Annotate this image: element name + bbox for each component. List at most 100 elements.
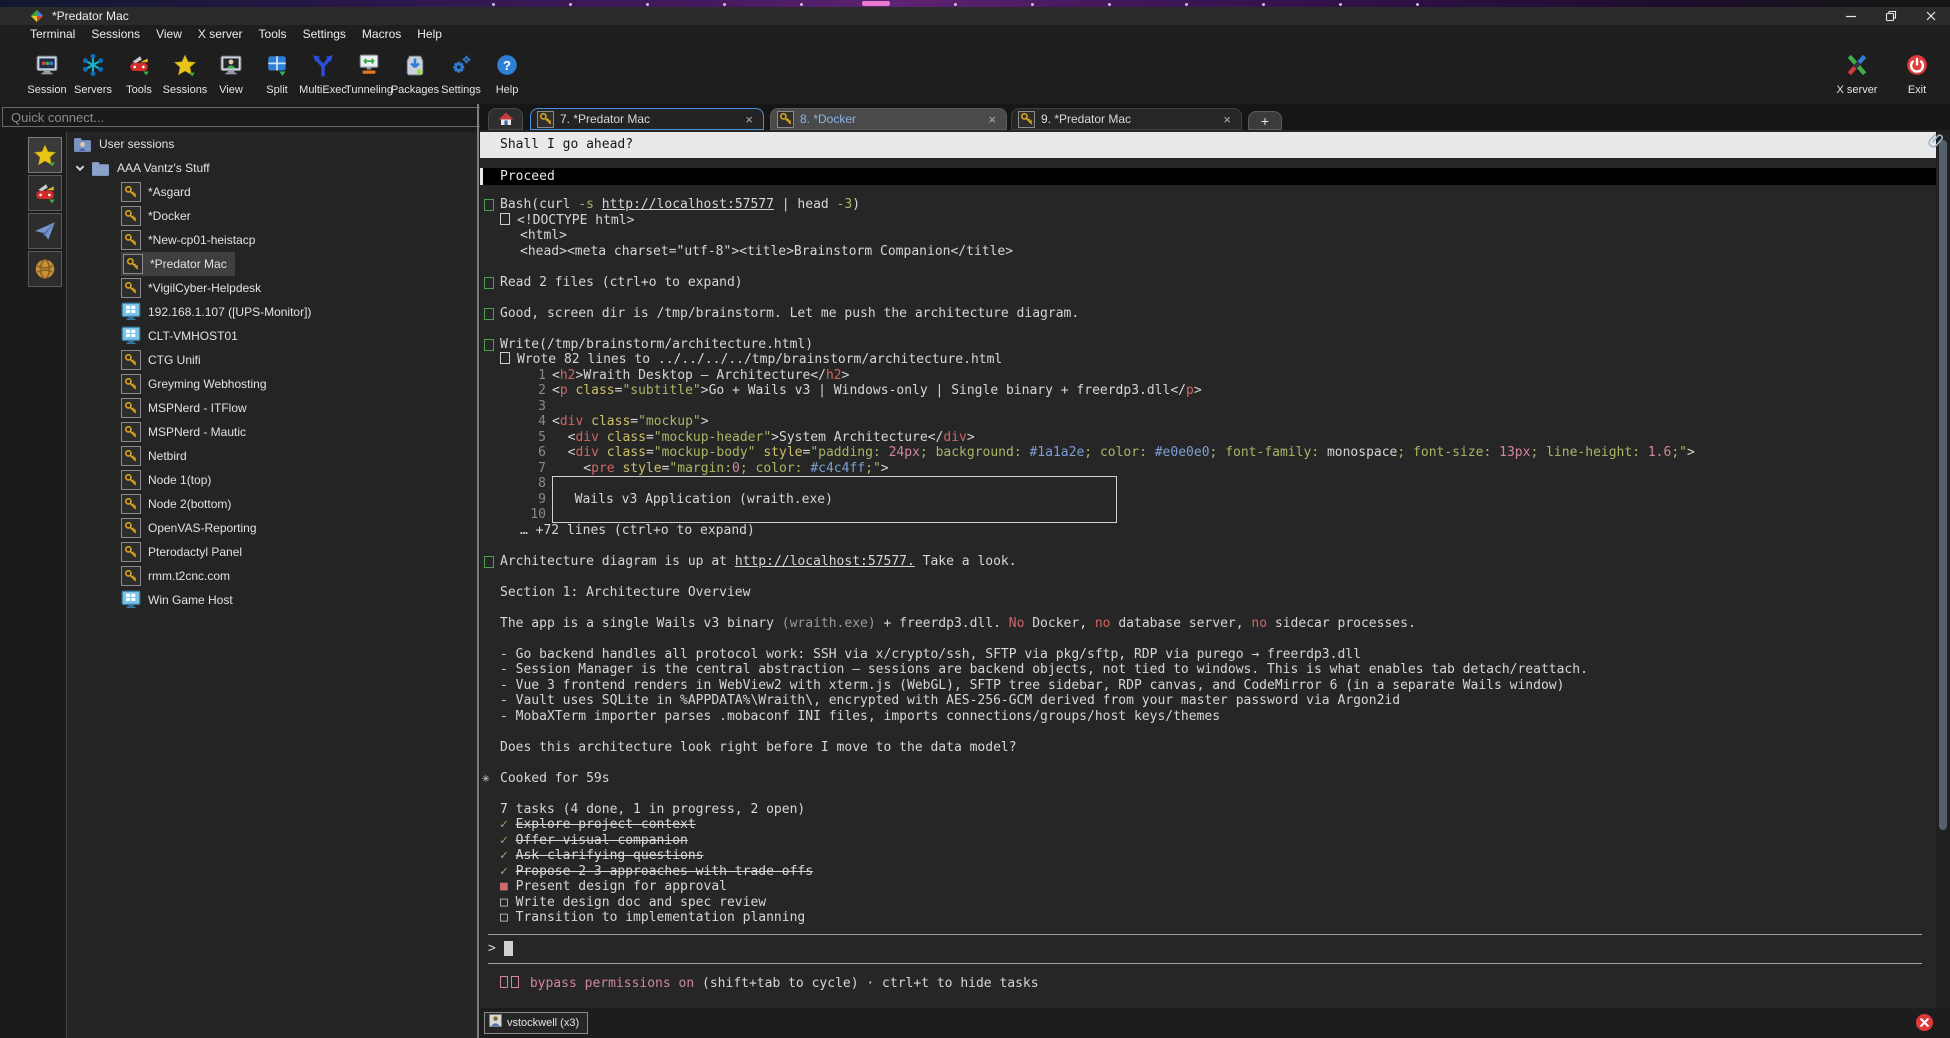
close-notification-button[interactable]	[1915, 1013, 1934, 1032]
session-item-pterodactyl-panel[interactable]: Pterodactyl Panel	[67, 540, 477, 564]
toolbar-button-x-server[interactable]: X server	[1834, 44, 1880, 102]
terminal-output: Shall I go ahead?ProceedBash(curl -s htt…	[480, 130, 1936, 991]
session-item-ctg-unifi[interactable]: CTG Unifi	[67, 348, 477, 372]
toolbar-button-tunneling[interactable]: Tunneling	[346, 44, 392, 102]
menu-terminal[interactable]: Terminal	[30, 27, 75, 41]
menu-sessions[interactable]: Sessions	[91, 27, 140, 41]
session-entry[interactable]: Node 1(top)	[121, 470, 211, 490]
toolbar-button-multiexec[interactable]: MultiExec	[300, 44, 346, 102]
session-item--docker[interactable]: *Docker	[67, 204, 477, 228]
toolbar-button-tools[interactable]: Tools	[116, 44, 162, 102]
toolbar-button-view[interactable]: View	[208, 44, 254, 102]
proceed-option-selected[interactable]: Proceed	[480, 168, 1936, 185]
selected-session[interactable]: *Predator Mac	[121, 252, 235, 276]
terminal-tab-9-predator-mac[interactable]: 9. *Predator Mac×	[1011, 108, 1242, 130]
toolbar-button-split[interactable]: Split	[254, 44, 300, 102]
menu-view[interactable]: View	[156, 27, 182, 41]
tab-close-icon[interactable]: ×	[745, 112, 753, 127]
menu-macros[interactable]: Macros	[362, 27, 401, 41]
restore-button[interactable]	[1884, 9, 1898, 23]
toolbar-button-help[interactable]: ?Help	[484, 44, 530, 102]
view-monitor-icon	[219, 53, 243, 77]
terminal-tab-7-predator-mac[interactable]: 7. *Predator Mac×	[530, 108, 764, 130]
tab-close-icon[interactable]: ×	[988, 112, 996, 127]
panel-splitter[interactable]	[477, 104, 479, 1038]
toolbar-button-sessions[interactable]: Sessions	[162, 44, 208, 102]
toolbar-button-session[interactable]: Session	[24, 44, 70, 102]
session-entry[interactable]: 192.168.1.107 ([UPS-Monitor])	[121, 302, 311, 322]
rail-remote-globe[interactable]	[28, 251, 62, 287]
session-entry[interactable]: Win Game Host	[121, 590, 233, 610]
session-item--vigilcyber-helpdesk[interactable]: *VigilCyber-Helpdesk	[67, 276, 477, 300]
session-item--new-cp01-heistacp[interactable]: *New-cp01-heistacp	[67, 228, 477, 252]
session-entry[interactable]: CLT-VMHOST01	[121, 326, 238, 346]
rail-tools-knife[interactable]	[28, 175, 62, 211]
tree-folder-aaa-vantzs-stuff[interactable]: AAA Vantz's Stuff	[67, 156, 477, 180]
session-item-greyming-webhosting[interactable]: Greyming Webhosting	[67, 372, 477, 396]
session-entry[interactable]: Greyming Webhosting	[121, 374, 267, 394]
toolbar-button-packages[interactable]: Packages	[392, 44, 438, 102]
session-item-rmm-t2cnc-com[interactable]: rmm.t2cnc.com	[67, 564, 477, 588]
tree-expand-chevron[interactable]	[74, 162, 87, 174]
terminal-tab-8-docker[interactable]: 8. *Docker×	[770, 108, 1007, 130]
session-entry[interactable]: CTG Unifi	[121, 350, 201, 370]
terminal-text: p	[1186, 383, 1194, 398]
session-entry[interactable]: Node 2(bottom)	[121, 494, 231, 514]
menu-settings[interactable]: Settings	[303, 27, 346, 41]
terminal-scrollbar[interactable]	[1936, 130, 1950, 1008]
session-item-openvas-reporting[interactable]: OpenVAS-Reporting	[67, 516, 477, 540]
session-item-mspnerd-mautic[interactable]: MSPNerd - Mautic	[67, 420, 477, 444]
session-item-mspnerd-itflow[interactable]: MSPNerd - ITFlow	[67, 396, 477, 420]
ssh-key-icon	[121, 350, 141, 370]
session-item--asgard[interactable]: *Asgard	[67, 180, 477, 204]
menu-tools[interactable]: Tools	[259, 27, 287, 41]
toolbar-button-settings[interactable]: Settings	[438, 44, 484, 102]
terminal-line: ✓ Propose 2-3 approaches with trade-offs	[480, 864, 1936, 880]
session-item-192-168-1-107-ups-monitor-[interactable]: 192.168.1.107 ([UPS-Monitor])	[67, 300, 477, 324]
session-label: Node 1(top)	[148, 473, 211, 487]
terminal-line	[480, 755, 1936, 771]
close-button[interactable]	[1924, 9, 1938, 23]
user-session-button[interactable]: vstockwell (x3)	[484, 1012, 588, 1034]
session-item-netbird[interactable]: Netbird	[67, 444, 477, 468]
taskbar-dot	[800, 3, 803, 6]
session-entry[interactable]: MSPNerd - ITFlow	[121, 398, 247, 418]
session-entry[interactable]: OpenVAS-Reporting	[121, 518, 257, 538]
session-item-clt-vmhost01[interactable]: CLT-VMHOST01	[67, 324, 477, 348]
session-item-win-game-host[interactable]: Win Game Host	[67, 588, 477, 612]
session-entry[interactable]: rmm.t2cnc.com	[121, 566, 230, 586]
session-entry[interactable]: *VigilCyber-Helpdesk	[121, 278, 261, 298]
terminal-prompt[interactable]: >	[480, 935, 1936, 963]
quick-connect-input[interactable]	[2, 107, 488, 127]
terminal-text: p	[560, 383, 568, 398]
tree-root-user-sessions[interactable]: User sessions	[67, 132, 477, 156]
tab-close-icon[interactable]: ×	[1223, 112, 1231, 127]
session-entry[interactable]: Netbird	[121, 446, 187, 466]
terminal-text: □	[500, 910, 516, 925]
home-tab[interactable]	[488, 108, 523, 130]
rail-favorites-star[interactable]	[28, 137, 62, 173]
terminal-text: <	[552, 383, 560, 398]
key-icon	[779, 112, 793, 126]
paperclip-icon[interactable]	[1928, 132, 1946, 150]
terminal-text: bypass permissions on	[530, 976, 702, 991]
session-entry[interactable]: *Docker	[121, 206, 191, 226]
session-item--predator-mac[interactable]: *Predator Mac	[67, 252, 477, 276]
tab-key-icon	[537, 111, 554, 128]
new-tab-button[interactable]: +	[1248, 111, 1282, 130]
terminal-view[interactable]: Shall I go ahead?ProceedBash(curl -s htt…	[480, 130, 1936, 1008]
menu-help[interactable]: Help	[417, 27, 442, 41]
session-entry[interactable]: *Asgard	[121, 182, 191, 202]
toolbar-button-exit[interactable]: Exit	[1894, 44, 1940, 102]
minimize-button[interactable]	[1844, 9, 1858, 23]
session-entry[interactable]: *New-cp01-heistacp	[121, 230, 255, 250]
session-item-node-1-top-[interactable]: Node 1(top)	[67, 468, 477, 492]
scrollbar-thumb[interactable]	[1939, 140, 1947, 830]
toolbar-button-servers[interactable]: Servers	[70, 44, 116, 102]
menu-x-server[interactable]: X server	[198, 27, 243, 41]
session-item-node-2-bottom-[interactable]: Node 2(bottom)	[67, 492, 477, 516]
session-entry[interactable]: Pterodactyl Panel	[121, 542, 242, 562]
key-icon	[124, 377, 138, 391]
session-entry[interactable]: MSPNerd - Mautic	[121, 422, 246, 442]
rail-macros-plane[interactable]	[28, 213, 62, 249]
